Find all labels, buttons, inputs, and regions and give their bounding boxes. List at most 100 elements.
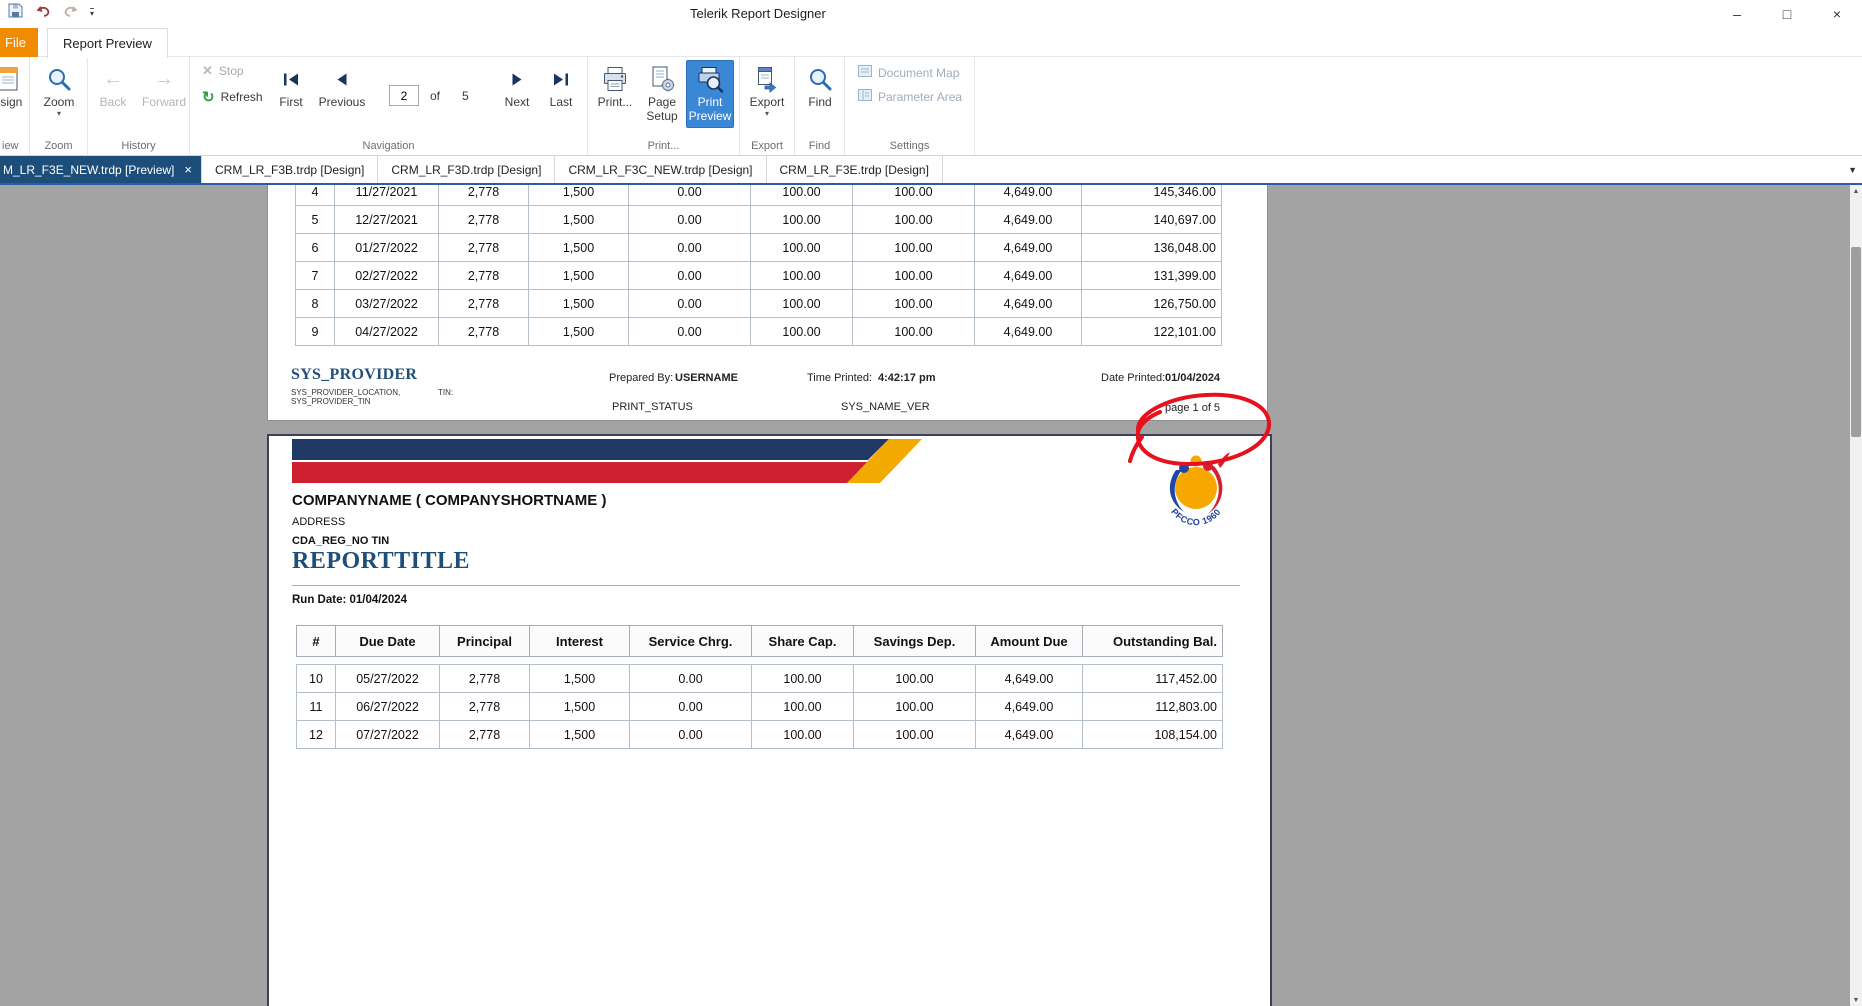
design-icon: [0, 63, 21, 95]
table-cell: 2,778: [439, 206, 529, 234]
table-cell: 100.00: [853, 206, 975, 234]
column-header: Service Chrg.: [630, 626, 752, 657]
table-cell: 01/27/2022: [335, 234, 439, 262]
table-cell: 10: [297, 665, 336, 693]
document-tab-preview[interactable]: M_LR_F3E_NEW.trdp [Preview] ×: [0, 156, 202, 183]
sys-name-ver: SYS_NAME_VER: [841, 401, 930, 413]
table-cell: 4,649.00: [976, 693, 1083, 721]
printer-icon: [601, 63, 629, 95]
page-setup-button[interactable]: Page Setup: [639, 60, 685, 128]
stop-button[interactable]: ✕ Stop: [202, 63, 244, 79]
first-page-button[interactable]: First: [269, 60, 313, 128]
column-header: Amount Due: [976, 626, 1083, 657]
page-info: page 1 of 5: [1165, 402, 1220, 414]
document-tab-f3c-new[interactable]: CRM_LR_F3C_NEW.trdp [Design]: [555, 156, 766, 183]
prepared-by-value: USERNAME: [675, 372, 738, 384]
company-address: ADDRESS: [292, 516, 345, 528]
qat-customize-dropdown[interactable]: ▾: [90, 8, 94, 18]
refresh-button[interactable]: ↻ Refresh: [202, 88, 263, 106]
navigation-group-label: Navigation: [190, 140, 587, 152]
forward-button[interactable]: → Forward: [140, 60, 188, 128]
maximize-button[interactable]: □: [1762, 0, 1812, 28]
export-dropdown-icon: ▾: [765, 110, 769, 118]
tab-close-icon[interactable]: ×: [184, 163, 192, 176]
zoom-button-label: Zoom: [44, 95, 75, 109]
parameter-area-button[interactable]: Parameter Area: [858, 88, 962, 105]
table-cell: 100.00: [751, 185, 853, 206]
table-cell: 0.00: [630, 721, 752, 749]
back-button[interactable]: ← Back: [90, 60, 136, 128]
close-button[interactable]: ×: [1812, 0, 1862, 28]
quick-access-toolbar: ▾: [6, 3, 94, 23]
table-cell: 11/27/2021: [335, 185, 439, 206]
undo-icon: [35, 4, 51, 23]
table-row: 1005/27/20222,7781,5000.00100.00100.004,…: [297, 665, 1223, 693]
report-table-header: #Due DatePrincipalInterestService Chrg.S…: [296, 625, 1223, 657]
table-cell: 4,649.00: [975, 185, 1082, 206]
table-cell: 0.00: [629, 234, 751, 262]
page-setup-label-line2: Setup: [646, 109, 677, 123]
forward-icon: →: [154, 63, 174, 95]
last-page-button[interactable]: Last: [539, 60, 583, 128]
find-group-label: Find: [795, 140, 844, 152]
table-cell: 100.00: [853, 262, 975, 290]
page-count-text: 5: [462, 89, 469, 103]
scroll-down-icon[interactable]: ▼: [1850, 994, 1862, 1006]
report-table-body: 1005/27/20222,7781,5000.00100.00100.004,…: [296, 664, 1223, 749]
table-cell: 100.00: [853, 290, 975, 318]
table-cell: 4,649.00: [975, 318, 1082, 346]
table-cell: 100.00: [853, 234, 975, 262]
table-cell: 1,500: [529, 234, 629, 262]
tab-list-dropdown-icon[interactable]: ▼: [1848, 165, 1857, 175]
next-page-button[interactable]: Next: [495, 60, 539, 128]
report-preview-area: 411/27/20212,7781,5000.00100.00100.004,6…: [0, 185, 1862, 1006]
refresh-button-label: Refresh: [221, 90, 263, 104]
find-icon: [807, 63, 833, 95]
table-cell: 108,154.00: [1083, 721, 1223, 749]
previous-page-button[interactable]: Previous: [320, 60, 364, 128]
save-icon: [8, 3, 23, 23]
save-button[interactable]: [6, 3, 24, 23]
scroll-up-icon[interactable]: ▲: [1850, 185, 1862, 197]
first-page-label: First: [279, 95, 302, 109]
ribbon-group-zoom: Zoom ▾ Zoom: [30, 57, 88, 155]
print-preview-button[interactable]: Print Preview: [686, 60, 734, 128]
table-cell: 100.00: [854, 693, 976, 721]
table-cell: 0.00: [630, 665, 752, 693]
zoom-button[interactable]: Zoom ▾: [37, 60, 81, 128]
document-tab-f3e[interactable]: CRM_LR_F3E.trdp [Design]: [767, 156, 943, 183]
document-map-button[interactable]: Document Map: [858, 64, 959, 81]
table-cell: 117,452.00: [1083, 665, 1223, 693]
document-tab-label: CRM_LR_F3C_NEW.trdp [Design]: [568, 163, 752, 177]
cda-reg-no: CDA_REG_NO TIN: [292, 535, 389, 547]
document-tab-f3d[interactable]: CRM_LR_F3D.trdp [Design]: [378, 156, 555, 183]
print-button[interactable]: Print...: [592, 60, 638, 128]
undo-button[interactable]: [34, 3, 52, 23]
provider-name: SYS_PROVIDER: [291, 366, 417, 384]
minimize-button[interactable]: –: [1712, 0, 1762, 28]
file-tab[interactable]: File: [0, 28, 38, 57]
scrollbar-thumb[interactable]: [1851, 247, 1861, 437]
table-cell: 100.00: [751, 290, 853, 318]
table-cell: 100.00: [751, 234, 853, 262]
page-number-input[interactable]: [389, 85, 419, 106]
document-tab-f3b[interactable]: CRM_LR_F3B.trdp [Design]: [202, 156, 378, 183]
time-printed-value: 4:42:17 pm: [878, 372, 935, 384]
tab-report-preview[interactable]: Report Preview: [47, 28, 168, 58]
export-button[interactable]: Export ▾: [744, 60, 790, 128]
redo-button[interactable]: [62, 3, 80, 23]
table-cell: 05/27/2022: [336, 665, 440, 693]
table-cell: 0.00: [629, 206, 751, 234]
design-button[interactable]: esign: [0, 60, 30, 128]
design-button-label: esign: [0, 95, 22, 109]
vertical-scrollbar[interactable]: ▲ ▼: [1850, 185, 1862, 1006]
table-cell: 2,778: [439, 318, 529, 346]
find-button[interactable]: Find: [798, 60, 842, 128]
table-cell: 03/27/2022: [335, 290, 439, 318]
previous-page-label: Previous: [319, 95, 366, 109]
table-cell: 2,778: [439, 290, 529, 318]
table-cell: 2,778: [440, 665, 530, 693]
company-name: COMPANYNAME ( COMPANYSHORTNAME ): [292, 492, 606, 509]
run-date: Run Date: 01/04/2024: [292, 594, 407, 606]
settings-group-label: Settings: [845, 140, 974, 152]
